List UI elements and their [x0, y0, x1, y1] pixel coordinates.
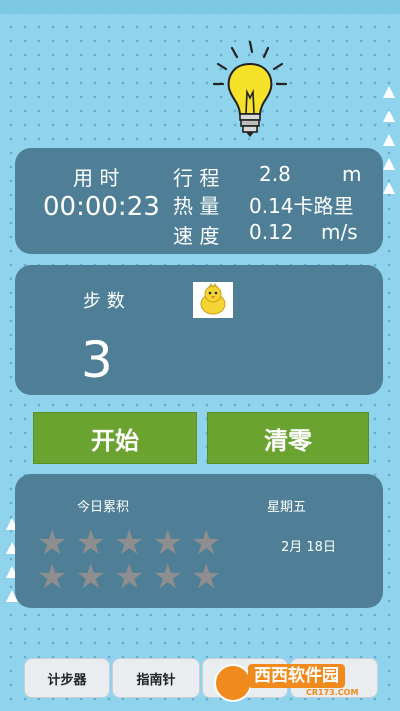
steps-value: 3 — [81, 331, 113, 389]
calorie-value: 0.14卡路里 — [249, 194, 354, 218]
today-accumulated-label: 今日累积 — [77, 500, 130, 515]
star-icon: ★ — [190, 557, 222, 597]
star-icon: ★ — [75, 523, 106, 563]
weekday-label: 星期五 — [267, 500, 307, 515]
watermark-logo: 西西软件园 CR173.COM — [210, 660, 390, 702]
star-icon: ★ — [190, 523, 222, 563]
star-icon: ★ — [152, 523, 183, 563]
speed-label: 速 度 — [173, 224, 220, 248]
tab-pedometer[interactable]: 计步器 — [24, 658, 110, 698]
daily-summary-panel: 今日累积 星期五 2月 18日 ★ ★ ★ ★ ★ ★ ★ ★ ★ ★ — [15, 474, 383, 608]
star-row-1: ★ ★ ★ ★ ★ — [37, 526, 221, 560]
steps-panel: 步 数 3 — [15, 265, 383, 395]
reset-button[interactable]: 清零 — [207, 412, 369, 464]
star-icon: ★ — [113, 523, 145, 563]
star-icon: ★ — [37, 523, 68, 563]
star-row-2: ★ ★ ★ ★ ★ — [37, 560, 221, 594]
status-bar — [0, 0, 400, 14]
watermark-text: 西西软件园 — [248, 664, 345, 688]
time-value: 00:00:23 — [43, 192, 160, 222]
tab-compass[interactable]: 指南针 — [112, 658, 200, 698]
distance-unit: m — [342, 162, 362, 186]
chick-icon[interactable] — [193, 282, 233, 318]
start-button[interactable]: 开始 — [33, 412, 197, 464]
calorie-label: 热 量 — [173, 194, 220, 218]
steps-label: 步 数 — [83, 291, 125, 312]
watermark-subtext: CR173.COM — [306, 688, 359, 697]
date-label: 2月 18日 — [281, 540, 336, 555]
speed-value: 0.12 — [249, 220, 294, 244]
light-bulb-icon — [212, 40, 288, 137]
distance-value: 2.8 — [259, 162, 291, 186]
star-icon: ★ — [37, 557, 68, 597]
time-label: 用 时 — [73, 166, 120, 190]
distance-label: 行 程 — [173, 166, 220, 190]
speed-unit: m/s — [321, 220, 358, 244]
star-icon: ★ — [75, 557, 106, 597]
star-icon: ★ — [152, 557, 183, 597]
star-icon: ★ — [113, 557, 145, 597]
stats-panel: 用 时 00:00:23 行 程 2.8 m 热 量 0.14卡路里 速 度 0… — [15, 148, 383, 254]
right-triangles — [383, 86, 395, 194]
